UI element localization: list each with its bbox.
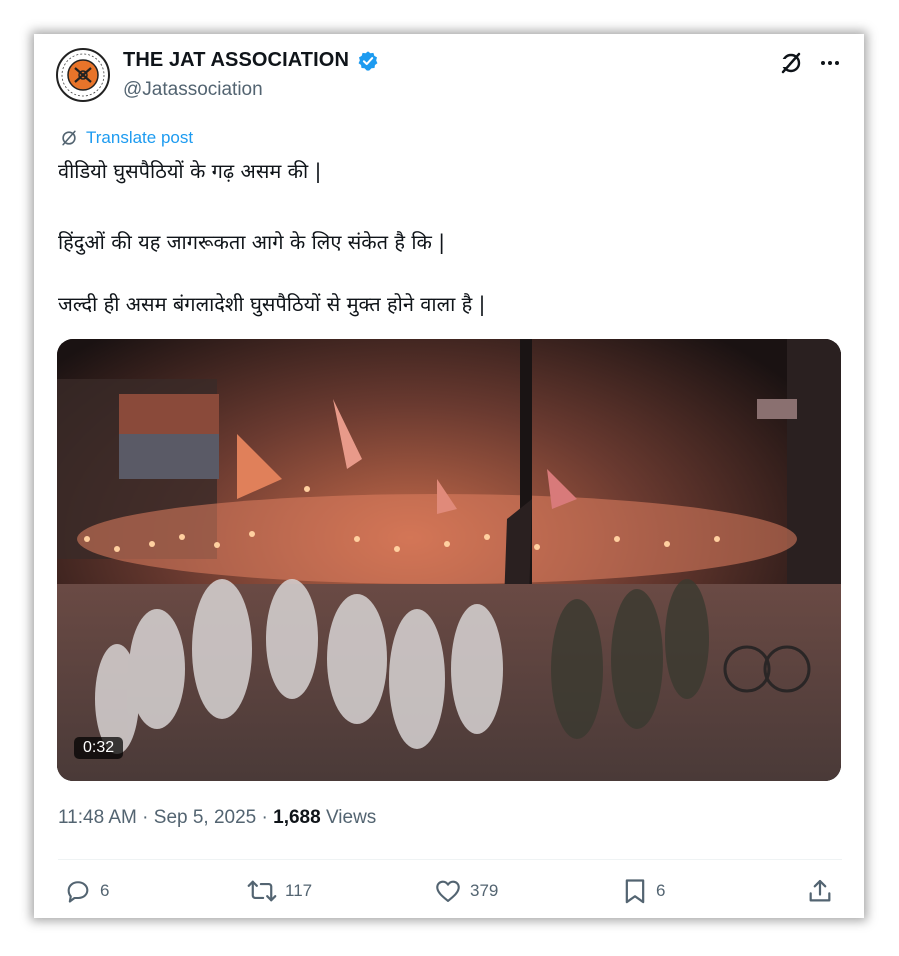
reply-button[interactable]: 6 — [64, 877, 109, 905]
reply-count: 6 — [100, 881, 110, 900]
bookmark-button[interactable]: 6 — [622, 877, 665, 905]
like-button[interactable]: 379 — [434, 877, 498, 905]
video-player[interactable]: 0:32 — [57, 339, 841, 781]
share-icon — [809, 879, 831, 902]
share-button[interactable] — [806, 877, 834, 905]
tweet-text-line-2: हिंदुओं की यह जागरूकता आगे के लिए संकेत … — [58, 230, 445, 254]
tweet-text-line-1: वीडियो घुसपैठियों के गढ़ असम की | — [58, 159, 322, 183]
video-thumbnail — [57, 339, 841, 781]
views-label: Views — [320, 807, 377, 828]
avatar[interactable] — [56, 48, 110, 102]
more-icon[interactable] — [815, 48, 845, 78]
verified-badge-icon — [358, 51, 378, 71]
tweet-time[interactable]: 11:48 AM — [58, 807, 137, 828]
author-handle[interactable]: @Jatassociation — [123, 79, 263, 101]
divider — [58, 859, 842, 860]
bookmark-count: 6 — [656, 881, 666, 900]
meta-separator: · — [136, 807, 154, 828]
views-count: 1,688 — [273, 807, 321, 828]
grok-icon[interactable] — [776, 48, 806, 78]
association-logo — [61, 53, 105, 97]
repost-button[interactable]: 117 — [247, 877, 312, 905]
grok-small-icon — [62, 130, 76, 146]
repost-icon — [247, 880, 277, 902]
tweet-text-line-3: जल्दी ही असम बंगलादेशी घुसपैठियों से मुक… — [58, 292, 486, 316]
translate-post-link[interactable]: Translate post — [58, 127, 193, 149]
author-name[interactable]: THE JAT ASSOCIATION — [123, 49, 349, 72]
like-count: 379 — [470, 881, 499, 900]
bookmark-icon — [625, 879, 645, 904]
tweet-card: THE JAT ASSOCIATION @Jatassociation Tran… — [34, 34, 864, 918]
tweet-date[interactable]: Sep 5, 2025 — [154, 807, 256, 828]
meta-separator: · — [256, 807, 274, 828]
video-duration: 0:32 — [74, 737, 124, 759]
reply-icon — [67, 881, 89, 903]
repost-count: 117 — [285, 881, 313, 900]
tweet-meta: 11:48 AM · Sep 5, 2025 · 1,688 Views — [58, 807, 376, 829]
translate-label: Translate post — [86, 128, 194, 147]
heart-icon — [436, 880, 460, 902]
